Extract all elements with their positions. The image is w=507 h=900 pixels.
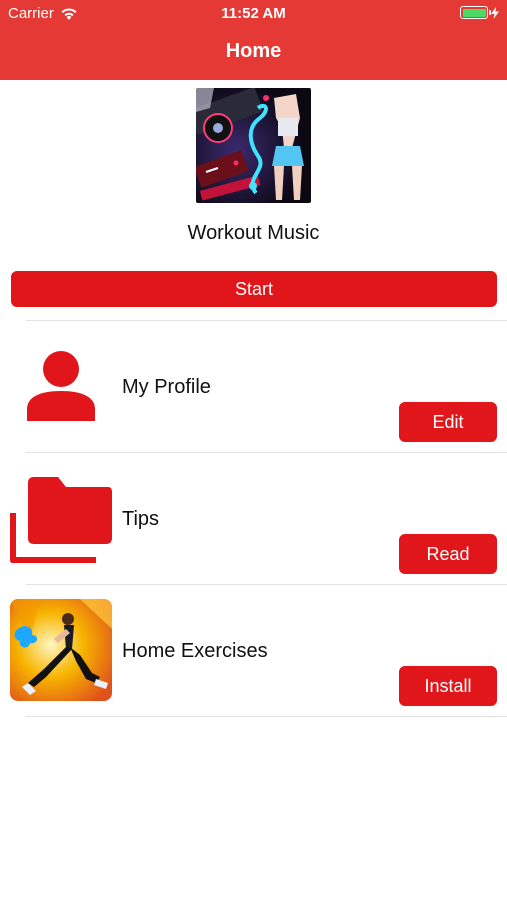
exercise-thumbnail	[10, 599, 112, 701]
charging-bolt-icon	[491, 6, 499, 19]
clock: 11:52 AM	[221, 5, 286, 22]
row-label: My Profile	[122, 376, 211, 398]
status-bar: Carrier 11:52 AM	[0, 0, 507, 28]
install-button[interactable]: Install	[399, 666, 497, 706]
divider	[26, 716, 507, 717]
battery-level	[462, 8, 486, 17]
app-title: Workout Music	[187, 222, 320, 244]
battery-indicator	[460, 6, 499, 19]
edit-button[interactable]: Edit	[399, 402, 497, 442]
person-icon	[27, 351, 95, 421]
page-title: Home	[225, 40, 282, 62]
list-item-my-profile[interactable]: My Profile Edit	[0, 321, 507, 453]
battery-icon	[460, 6, 491, 19]
folder-icon	[10, 477, 112, 563]
row-label: Home Exercises	[122, 640, 268, 662]
header-bar: Carrier 11:52 AM Home	[0, 0, 507, 80]
row-label: Tips	[122, 508, 160, 530]
list-item-home-exercises[interactable]: Home Exercises Install	[0, 585, 507, 717]
list-item-tips[interactable]: Tips Read	[0, 453, 507, 585]
read-button[interactable]: Read	[399, 534, 497, 574]
start-button[interactable]: Start	[11, 271, 497, 307]
workout-music-cover	[196, 88, 311, 203]
music-cover-image	[196, 88, 311, 203]
